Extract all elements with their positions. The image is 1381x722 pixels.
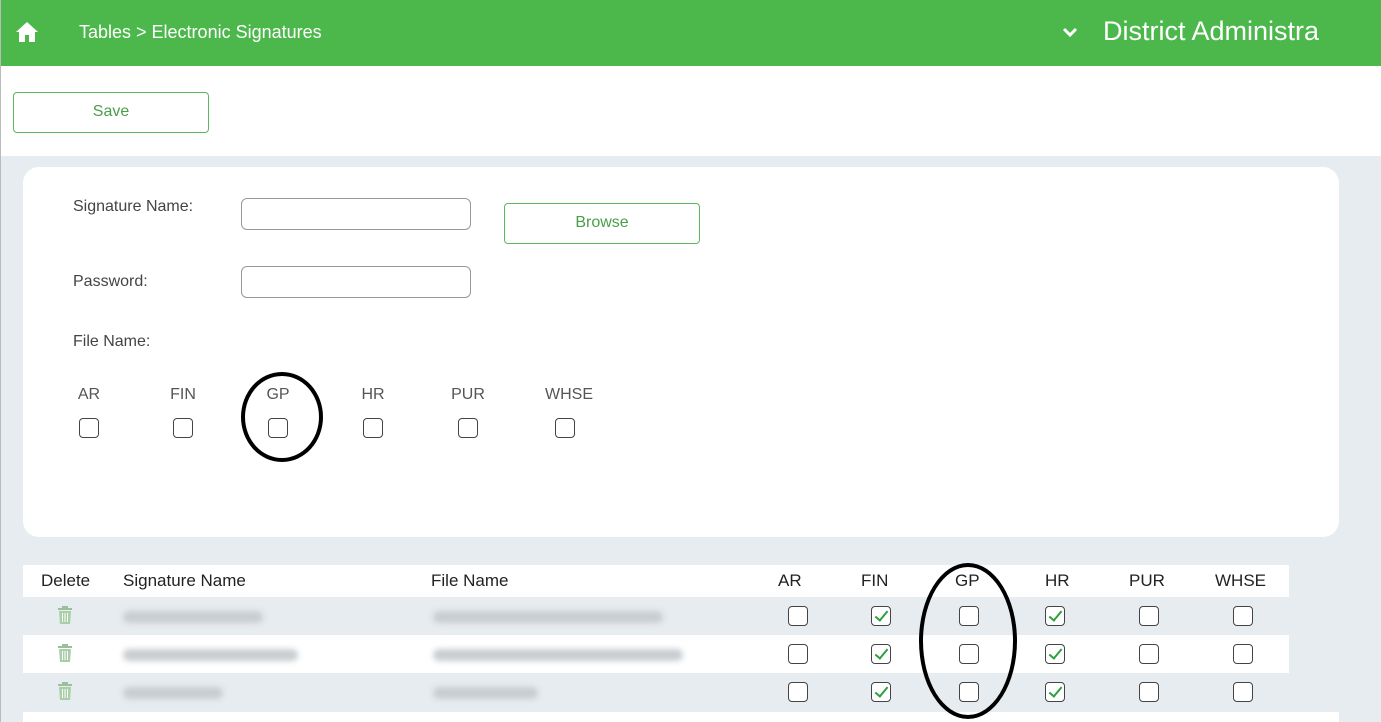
row-checkbox-whse[interactable] bbox=[1233, 606, 1253, 626]
row-checkbox-ar[interactable] bbox=[788, 606, 808, 626]
toolbar: Save bbox=[1, 66, 1381, 156]
module-label-whse: WHSE bbox=[545, 386, 593, 403]
column-header-ar: AR bbox=[778, 571, 802, 590]
row-checkbox-hr[interactable] bbox=[1045, 606, 1065, 626]
row-checkbox-gp[interactable] bbox=[959, 682, 979, 702]
breadcrumb[interactable]: Tables > Electronic Signatures bbox=[79, 22, 322, 43]
row-checkbox-fin[interactable] bbox=[871, 606, 891, 626]
module-checkbox-fin[interactable] bbox=[173, 418, 193, 438]
column-header-pur: PUR bbox=[1129, 571, 1165, 590]
save-button[interactable]: Save bbox=[13, 92, 209, 133]
table-header: Delete Signature Name File Name AR FIN G… bbox=[23, 565, 1289, 597]
redacted-signature-name bbox=[123, 649, 298, 661]
redacted-signature-name bbox=[123, 687, 223, 699]
module-checkbox-whse[interactable] bbox=[555, 418, 575, 438]
trash-icon[interactable] bbox=[57, 605, 73, 625]
home-icon[interactable] bbox=[15, 21, 39, 43]
row-checkbox-pur[interactable] bbox=[1139, 682, 1159, 702]
module-checkbox-hr[interactable] bbox=[363, 418, 383, 438]
column-header-signature-name: Signature Name bbox=[123, 571, 246, 590]
row-checkbox-pur[interactable] bbox=[1139, 606, 1159, 626]
top-bar: Tables > Electronic Signatures District … bbox=[1, 0, 1381, 66]
app-frame: Tables > Electronic Signatures District … bbox=[0, 0, 1381, 722]
module-checkbox-gp[interactable] bbox=[268, 418, 288, 438]
redacted-signature-name bbox=[123, 611, 263, 623]
column-header-file-name: File Name bbox=[431, 571, 509, 590]
file-name-label: File Name: bbox=[73, 333, 151, 350]
row-checkbox-whse[interactable] bbox=[1233, 682, 1253, 702]
module-label-hr: HR bbox=[361, 386, 385, 403]
row-checkbox-ar[interactable] bbox=[788, 644, 808, 664]
signature-form-card: Signature Name: Browse Password: File Na… bbox=[23, 167, 1339, 537]
table-row bbox=[23, 673, 1289, 711]
module-label-gp: GP bbox=[266, 386, 290, 403]
row-checkbox-ar[interactable] bbox=[788, 682, 808, 702]
table-row bbox=[23, 635, 1289, 673]
column-header-whse: WHSE bbox=[1215, 571, 1266, 590]
redacted-file-name bbox=[433, 687, 538, 699]
signature-name-input[interactable] bbox=[241, 198, 471, 230]
row-checkbox-pur[interactable] bbox=[1139, 644, 1159, 664]
browse-button[interactable]: Browse bbox=[504, 203, 700, 244]
password-input[interactable] bbox=[241, 266, 471, 298]
row-checkbox-gp[interactable] bbox=[959, 644, 979, 664]
module-label-fin: FIN bbox=[170, 386, 196, 403]
password-label: Password: bbox=[73, 273, 148, 290]
module-label-pur: PUR bbox=[451, 386, 485, 403]
row-checkbox-fin[interactable] bbox=[871, 644, 891, 664]
district-selector[interactable]: District Administra bbox=[1103, 16, 1381, 47]
row-checkbox-fin[interactable] bbox=[871, 682, 891, 702]
row-checkbox-whse[interactable] bbox=[1233, 644, 1253, 664]
row-checkbox-hr[interactable] bbox=[1045, 644, 1065, 664]
table-footer-strip bbox=[23, 712, 1339, 722]
column-header-hr: HR bbox=[1045, 571, 1070, 590]
column-header-gp: GP bbox=[955, 571, 980, 590]
module-label-ar: AR bbox=[77, 386, 101, 403]
trash-icon[interactable] bbox=[57, 643, 73, 663]
module-checkbox-pur[interactable] bbox=[458, 418, 478, 438]
column-header-fin: FIN bbox=[861, 571, 889, 590]
row-checkbox-gp[interactable] bbox=[959, 606, 979, 626]
redacted-file-name bbox=[433, 611, 663, 623]
row-checkbox-hr[interactable] bbox=[1045, 682, 1065, 702]
signature-name-label: Signature Name: bbox=[73, 198, 194, 215]
chevron-down-icon[interactable] bbox=[1062, 25, 1078, 39]
module-checkbox-ar[interactable] bbox=[79, 418, 99, 438]
column-header-delete: Delete bbox=[41, 571, 91, 590]
trash-icon[interactable] bbox=[57, 681, 73, 701]
redacted-file-name bbox=[433, 649, 683, 661]
table-row bbox=[23, 597, 1289, 635]
